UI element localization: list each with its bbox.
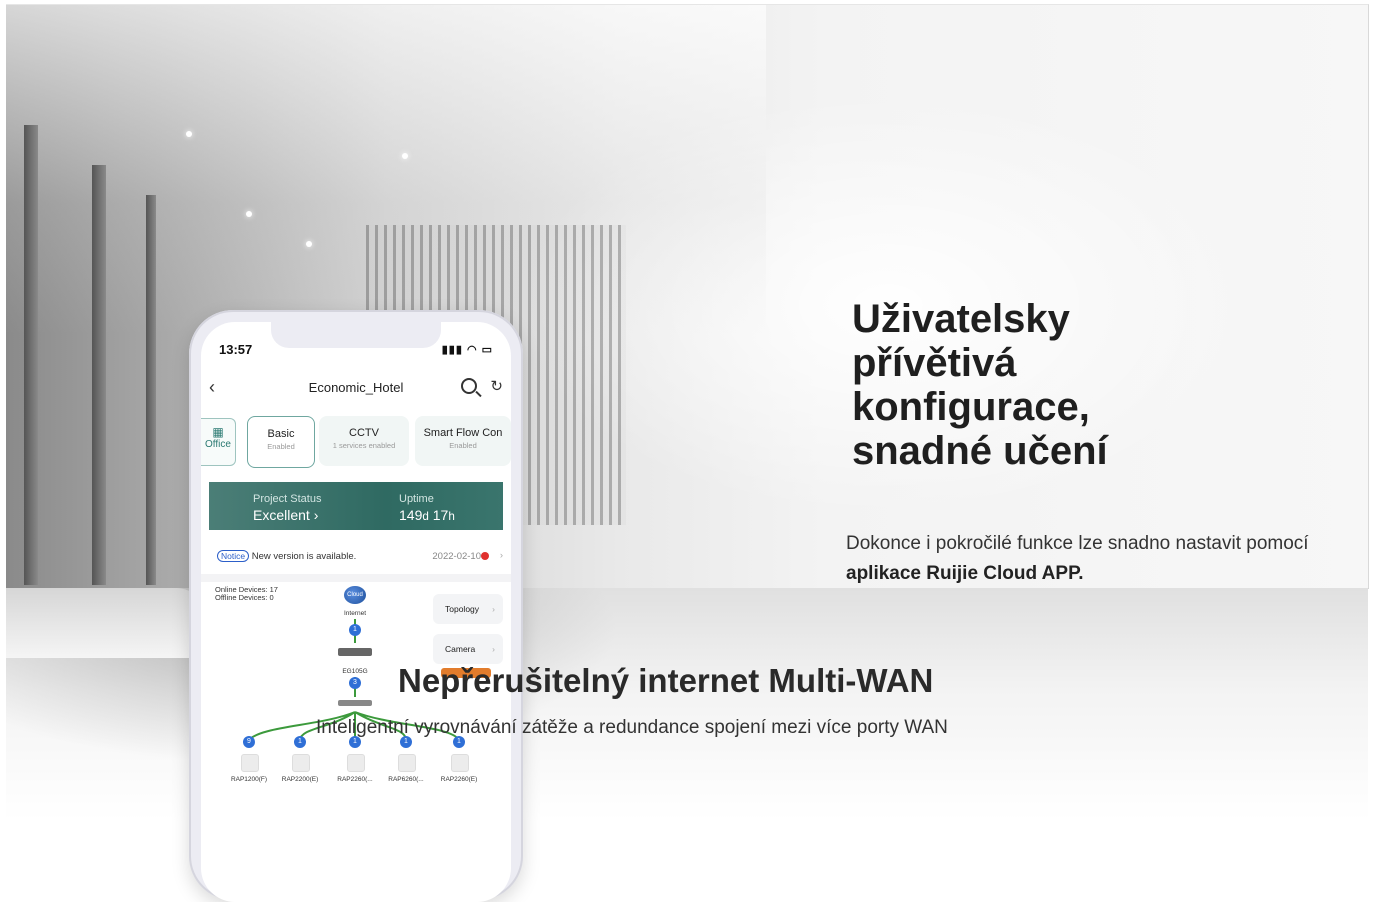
ap-label: RAP2200(E) <box>281 776 319 783</box>
status-time: 13:57 <box>219 342 253 357</box>
tab-title: Basic <box>267 428 295 440</box>
ceiling-light <box>186 131 192 137</box>
signal-wifi-battery-icon: ▮▮▮ ◠ ▭ <box>441 344 493 356</box>
section-title: Nepřerušitelný internet Multi-WAN <box>398 662 934 699</box>
tab-title: Smart Flow Con <box>423 427 503 439</box>
access-point-icon[interactable] <box>292 754 310 772</box>
notice-row[interactable]: Notice New version is available. 2022-02… <box>217 550 503 566</box>
phone-screen: 13:57 ▮▮▮ ◠ ▭ ‹ Economic_Hotel ↻ ▦ Offic… <box>201 322 511 902</box>
ceiling-light <box>402 153 408 159</box>
notice-tag: Notice <box>217 550 250 562</box>
hero-headline: Uživatelsky přívětivá konfigurace, snadn… <box>852 297 1108 473</box>
window-column <box>92 165 106 585</box>
gateway-device-icon[interactable] <box>338 648 372 656</box>
ceiling-light <box>306 241 312 247</box>
search-icon[interactable] <box>461 378 477 394</box>
hero-subtext: Dokonce i pokročilé funkce lze snadno na… <box>846 529 1356 588</box>
notification-dot-icon <box>481 552 489 561</box>
gateway-label: EG105G <box>342 668 368 675</box>
tab-subtitle: 1 services enabled <box>332 441 396 450</box>
window-column <box>146 195 156 585</box>
sofa-shape <box>6 588 206 658</box>
ap-label: RAP2260(E) <box>440 776 478 783</box>
phone-mockup: 13:57 ▮▮▮ ◠ ▭ ‹ Economic_Hotel ↻ ▦ Offic… <box>189 310 523 902</box>
tab-subtitle: Enabled <box>449 441 477 450</box>
access-point-icon[interactable] <box>241 754 259 772</box>
uptime-label: Uptime <box>399 493 434 505</box>
tab-subtitle: Enabled <box>267 442 295 451</box>
office-switch[interactable]: ▦ Office <box>201 418 236 466</box>
project-status-label: Project Status <box>253 493 322 505</box>
ap-count-badge: 1 <box>294 736 306 748</box>
project-status-value: Excellent › <box>253 507 319 523</box>
tab-smart-flow[interactable]: Smart Flow Con Enabled <box>415 416 511 466</box>
notice-text: New version is available. <box>251 551 357 562</box>
notice-date: 2022-02-10 <box>432 551 489 562</box>
ap-label: RAP6260(... <box>388 776 424 783</box>
window-column <box>24 125 38 585</box>
section-divider <box>201 574 511 582</box>
access-point-icon[interactable] <box>347 754 365 772</box>
link-count-badge: 1 <box>349 624 361 636</box>
link-count-badge: 3 <box>349 677 361 689</box>
nav-bar: ‹ Economic_Hotel ↻ <box>201 374 511 404</box>
refresh-icon[interactable]: ↻ <box>490 377 503 395</box>
building-icon: ▦ <box>212 425 224 439</box>
offline-devices: Offline Devices: 0 <box>215 593 274 602</box>
ceiling-light <box>246 211 252 217</box>
section-subtitle: Inteligentní vyrovnávání zátěže a redund… <box>316 717 948 738</box>
status-bar: 13:57 ▮▮▮ ◠ ▭ <box>219 342 493 360</box>
tab-title: CCTV <box>349 427 379 439</box>
chevron-right-icon: › <box>499 550 503 561</box>
camera-button[interactable]: Camera › <box>433 634 503 664</box>
topology-button[interactable]: Topology › <box>433 594 503 624</box>
tab-cctv[interactable]: CCTV 1 services enabled <box>319 416 409 466</box>
uptime-value: 149d 17h <box>399 507 455 523</box>
internet-label: Internet <box>343 610 367 617</box>
device-counts: Online Devices: 17 Offline Devices: 0 <box>215 586 278 602</box>
office-label: Office <box>205 439 231 450</box>
project-status-card[interactable]: Project Status Excellent › Uptime 149d 1… <box>209 482 503 530</box>
hero-subtext-bold: aplikace Ruijie Cloud APP. <box>846 563 1084 584</box>
ap-count-badge: 9 <box>243 736 255 748</box>
cloud-icon: Cloud <box>344 586 366 604</box>
access-point-icon[interactable] <box>451 754 469 772</box>
hero-subtext-plain: Dokonce i pokročilé funkce lze snadno na… <box>846 533 1309 554</box>
tab-row: ▦ Office Basic Enabled CCTV 1 services e… <box>201 416 511 468</box>
access-point-icon[interactable] <box>398 754 416 772</box>
tab-basic[interactable]: Basic Enabled <box>247 416 315 468</box>
